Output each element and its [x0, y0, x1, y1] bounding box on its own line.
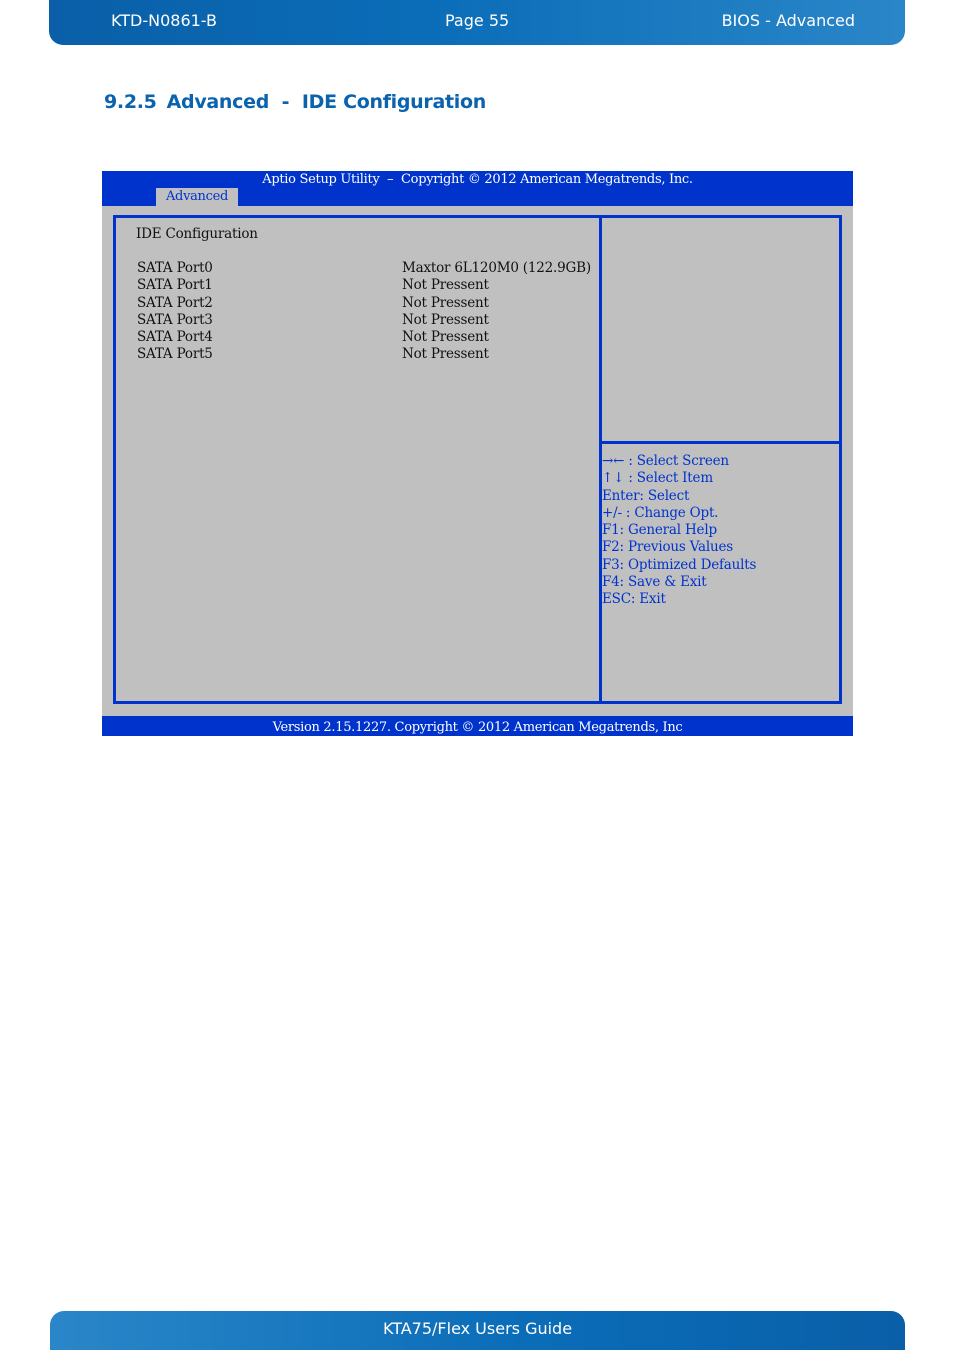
help-select-screen: →← : Select Screen	[602, 453, 729, 469]
port-value: Maxtor 6L120M0 (122.9GB)	[402, 260, 591, 276]
port-label: SATA Port2	[137, 294, 213, 311]
help-change-opt: +/- : Change Opt.	[602, 504, 719, 521]
port-label: SATA Port5	[137, 346, 213, 363]
port-value: Not Pressent	[402, 329, 489, 346]
port-label: SATA Port1	[137, 277, 213, 294]
bios-version-bar: Version 2.15.1227. Copyright © 2012 Amer…	[102, 716, 853, 736]
sata-port-row[interactable]: SATA Port5 Not Pressent	[136, 346, 606, 363]
sata-port-row[interactable]: SATA Port1 Not Pressent	[136, 277, 606, 294]
section-number: 9.2.5	[104, 91, 157, 113]
help-general-help: F1: General Help	[602, 522, 717, 539]
key-help-panel: →← : Select Screen ↑↓ : Select Item Ente…	[602, 453, 756, 609]
help-previous-values: F2: Previous Values	[602, 539, 733, 556]
help-optimized-defaults: F3: Optimized Defaults	[602, 556, 757, 573]
section-title-text: Advanced - IDE Configuration	[166, 91, 487, 113]
sata-port-row[interactable]: SATA Port0 Maxtor 6L120M0 (122.9GB)	[136, 260, 606, 277]
document-id: KTD-N0861-B	[111, 11, 217, 30]
settings-panel: IDE Configuration SATA Port0 Maxtor 6L12…	[136, 226, 606, 364]
page-footer: KTA75/Flex Users Guide	[50, 1311, 905, 1350]
help-enter-select: Enter: Select	[602, 487, 690, 504]
page-header: KTD-N0861-B Page 55 BIOS - Advanced	[49, 0, 905, 45]
bios-title: Aptio Setup Utility – Copyright © 2012 A…	[262, 172, 693, 187]
help-esc-exit: ESC: Exit	[602, 591, 666, 608]
page-number: Page 55	[445, 11, 510, 30]
port-value: Not Pressent	[402, 346, 489, 363]
port-label: SATA Port4	[137, 329, 213, 346]
bios-screenshot: Aptio Setup Utility – Copyright © 2012 A…	[102, 171, 853, 736]
section-heading: 9.2.5 Advanced - IDE Configuration	[104, 91, 486, 113]
header-section: BIOS - Advanced	[721, 11, 855, 30]
port-value: Not Pressent	[402, 277, 489, 294]
guide-title: KTA75/Flex Users Guide	[382, 1319, 573, 1338]
panel-divider-horizontal	[599, 441, 842, 444]
tab-advanced[interactable]: Advanced	[156, 188, 238, 206]
screen-title: IDE Configuration	[136, 226, 258, 242]
sata-port-row[interactable]: SATA Port4 Not Pressent	[136, 329, 606, 346]
port-label: SATA Port0	[137, 260, 213, 276]
port-value: Not Pressent	[402, 294, 489, 311]
bios-title-bar: Aptio Setup Utility – Copyright © 2012 A…	[102, 171, 853, 206]
sata-port-row[interactable]: SATA Port2 Not Pressent	[136, 295, 606, 312]
port-value: Not Pressent	[402, 311, 489, 328]
sata-port-row[interactable]: SATA Port3 Not Pressent	[136, 312, 606, 329]
help-select-item: ↑↓ : Select Item	[602, 470, 713, 487]
port-label: SATA Port3	[137, 311, 213, 328]
help-save-exit: F4: Save & Exit	[602, 574, 707, 591]
